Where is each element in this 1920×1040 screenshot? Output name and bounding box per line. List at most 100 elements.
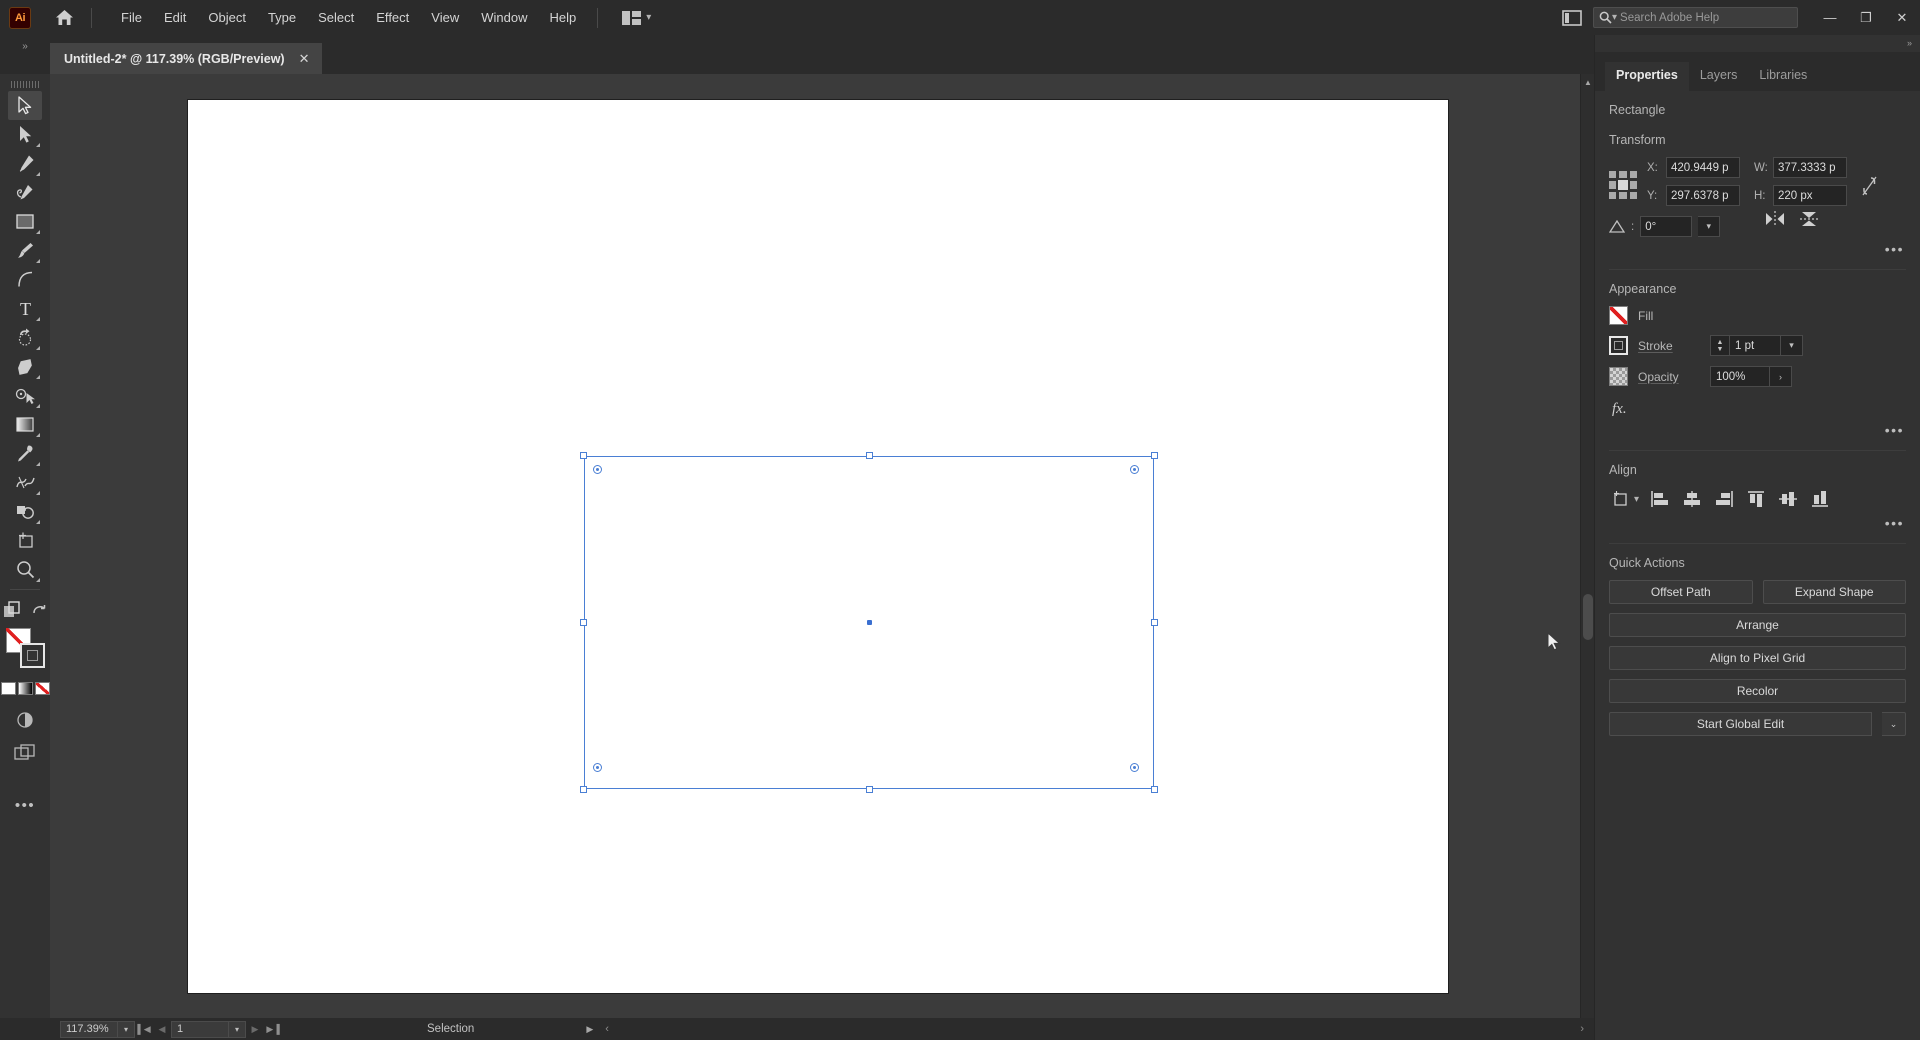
menu-file[interactable]: File (110, 4, 153, 31)
opacity-swatch[interactable] (1609, 367, 1628, 386)
refpoint-mc[interactable] (1618, 180, 1628, 190)
artboard-dropdown-icon[interactable]: ▾ (229, 1020, 246, 1038)
y-position-input[interactable]: 297.6378 p (1666, 185, 1740, 206)
minimize-button[interactable]: — (1812, 0, 1848, 35)
reset-toolbar-icon[interactable] (30, 595, 50, 624)
refpoint-br[interactable] (1629, 191, 1637, 199)
corner-radius-widget-bottom-right[interactable] (1130, 763, 1139, 772)
zoom-level-field[interactable]: 117.39% (60, 1020, 118, 1038)
dock-collapse-icon[interactable]: » (0, 35, 50, 74)
stroke-color-swatch[interactable] (1609, 336, 1628, 355)
expand-shape-button[interactable]: Expand Shape (1762, 580, 1906, 604)
align-right-icon[interactable] (1711, 487, 1737, 511)
scale-tool[interactable] (8, 381, 42, 410)
align-left-icon[interactable] (1647, 487, 1673, 511)
corner-radius-widget-top-right[interactable] (1130, 465, 1139, 474)
screen-mode-icon[interactable] (8, 738, 42, 767)
align-vertical-center-icon[interactable] (1775, 487, 1801, 511)
menu-view[interactable]: View (420, 4, 470, 31)
zoom-dropdown-icon[interactable]: ▾ (118, 1020, 135, 1038)
menu-select[interactable]: Select (307, 4, 365, 31)
align-top-icon[interactable] (1743, 487, 1769, 511)
global-edit-dropdown-icon[interactable]: ⌄ (1882, 712, 1906, 736)
canvas-workspace[interactable]: ▲ (50, 74, 1594, 1018)
appearance-more-options-button[interactable]: ••• (1609, 418, 1906, 438)
width-input[interactable]: 377.3333 p (1773, 157, 1847, 178)
opacity-input[interactable]: 100% (1710, 366, 1770, 387)
document-tab[interactable]: Untitled-2* @ 117.39% (RGB/Preview) ✕ (50, 43, 323, 74)
home-icon[interactable] (47, 0, 81, 35)
handle-top-right[interactable] (1151, 452, 1158, 459)
opacity-options-icon[interactable]: › (1770, 366, 1792, 387)
start-global-edit-button[interactable]: Start Global Edit (1609, 712, 1872, 736)
status-resize-icon[interactable]: ‹ (605, 1023, 609, 1035)
type-tool[interactable]: T (8, 294, 42, 323)
eraser-tool[interactable] (8, 352, 42, 381)
align-to-selection-icon[interactable]: ▾ (1609, 488, 1641, 510)
status-expand-icon[interactable]: › (1580, 1023, 1584, 1035)
handle-top-left[interactable] (580, 452, 587, 459)
menu-help[interactable]: Help (538, 4, 587, 31)
tab-properties[interactable]: Properties (1605, 62, 1689, 91)
rotation-angle-dropdown-icon[interactable]: ▾ (1698, 216, 1721, 237)
maximize-button[interactable]: ❐ (1848, 0, 1884, 35)
handle-bottom-right[interactable] (1151, 786, 1158, 793)
rotate-tool[interactable] (8, 323, 42, 352)
color-button[interactable] (0, 682, 16, 695)
transform-more-options-button[interactable]: ••• (1609, 237, 1906, 257)
refpoint-tc[interactable] (1619, 171, 1627, 179)
artboard-tool[interactable] (8, 526, 42, 555)
tab-libraries[interactable]: Libraries (1748, 62, 1818, 91)
stroke-swatch[interactable] (20, 643, 45, 668)
direct-selection-tool[interactable] (8, 120, 42, 149)
gradient-button[interactable] (17, 682, 33, 695)
align-bottom-icon[interactable] (1807, 487, 1833, 511)
last-artboard-button[interactable]: ▶▐ (264, 1019, 282, 1039)
blend-tool[interactable] (8, 468, 42, 497)
menu-object[interactable]: Object (197, 4, 257, 31)
stroke-weight-stepper[interactable]: ▲ ▼ (1710, 335, 1729, 356)
handle-top-center[interactable] (866, 452, 873, 459)
status-menu-icon[interactable]: ▶ (586, 1024, 593, 1035)
corner-radius-widget-bottom-left[interactable] (593, 763, 602, 772)
rotation-angle-input[interactable]: 0° (1640, 216, 1693, 237)
refpoint-tr[interactable] (1629, 171, 1637, 179)
tab-layers[interactable]: Layers (1689, 62, 1749, 91)
refpoint-tl[interactable] (1609, 171, 1617, 179)
stroke-weight-dropdown-icon[interactable]: ▾ (1781, 335, 1803, 356)
search-input[interactable]: ▾ (1593, 7, 1798, 28)
fx-button[interactable]: fx. (1609, 397, 1906, 418)
fill-color-swatch[interactable] (1609, 306, 1628, 325)
handle-bottom-center[interactable] (866, 786, 873, 793)
toolbar-drag-handle[interactable] (8, 77, 42, 91)
drawing-mode-icon[interactable] (8, 705, 42, 734)
close-button[interactable]: ✕ (1884, 0, 1920, 35)
stroke-label[interactable]: Stroke (1638, 339, 1700, 353)
curvature-tool[interactable] (8, 178, 42, 207)
handle-bottom-left[interactable] (580, 786, 587, 793)
menu-edit[interactable]: Edit (153, 4, 197, 31)
height-input[interactable]: 220 px (1773, 185, 1847, 206)
refpoint-ml[interactable] (1609, 181, 1617, 189)
refpoint-bc[interactable] (1619, 191, 1627, 199)
menu-type[interactable]: Type (257, 4, 307, 31)
corner-radius-widget-top-left[interactable] (593, 465, 602, 474)
selected-object-rectangle[interactable] (580, 452, 1158, 793)
selection-tool[interactable] (8, 91, 42, 120)
vertical-scrollbar[interactable]: ▲ (1580, 74, 1594, 1018)
arrange-button[interactable]: Arrange (1609, 613, 1906, 637)
none-button[interactable] (34, 682, 50, 695)
paintbrush-tool[interactable] (8, 236, 42, 265)
align-more-options-button[interactable]: ••• (1609, 511, 1906, 531)
more-tools-icon[interactable]: ••• (8, 791, 42, 820)
reference-point-selector[interactable] (1609, 171, 1637, 199)
zoom-tool[interactable] (8, 555, 42, 584)
stroke-weight-input[interactable]: 1 pt (1729, 335, 1781, 356)
flip-vertical-icon[interactable] (1800, 210, 1819, 233)
pen-tool[interactable] (8, 149, 42, 178)
artboard-number-field[interactable]: 1 (171, 1020, 229, 1038)
handle-middle-left[interactable] (580, 619, 587, 626)
align-to-pixel-grid-button[interactable]: Align to Pixel Grid (1609, 646, 1906, 670)
offset-path-button[interactable]: Offset Path (1609, 580, 1753, 604)
flip-horizontal-icon[interactable] (1764, 211, 1786, 232)
